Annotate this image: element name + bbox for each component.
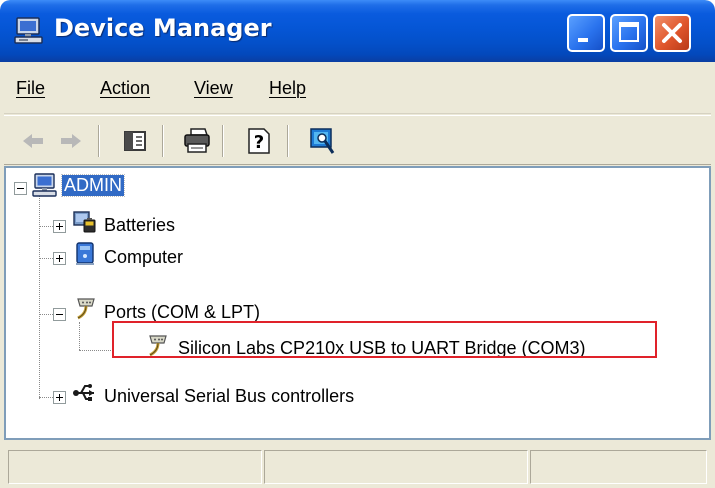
toolbar-separator [287,125,289,157]
usb-icon [73,384,94,401]
scan-hardware-icon[interactable] [307,126,337,156]
menu-file[interactable]: File [16,78,45,99]
device-tree[interactable]: ADMIN Batteries Computer Ports (COM & LP… [4,166,711,440]
computer-icon [32,173,57,197]
menu-help[interactable]: Help [269,78,306,99]
tree-item-ports[interactable]: Ports (COM & LPT) [104,302,260,323]
minimize-icon [578,38,588,42]
collapse-toggle[interactable] [14,182,27,195]
toolbar-separator [222,125,224,157]
collapse-toggle[interactable] [53,308,66,321]
tree-item-usb-controllers[interactable]: Universal Serial Bus controllers [104,386,354,407]
menu-bar: File Action View Help [4,62,711,114]
help-icon[interactable]: ? [244,126,274,156]
title-bar[interactable]: Device Manager [0,0,715,62]
port-icon [77,298,95,320]
expand-toggle[interactable] [53,391,66,404]
maximize-icon [619,22,639,42]
tree-item-computer[interactable]: Computer [104,247,183,268]
status-bar [4,444,711,488]
forward-icon[interactable] [56,126,86,156]
close-button[interactable] [653,14,691,52]
toolbar-separator [162,125,164,157]
computer-icon [14,17,43,44]
battery-icon [73,211,96,233]
tree-root-admin[interactable]: ADMIN [61,174,125,197]
computer-icon [76,242,94,265]
toolbar: ? [4,115,711,165]
expand-toggle[interactable] [53,252,66,265]
minimize-button[interactable] [567,14,605,52]
svg-text:?: ? [254,132,264,153]
highlight-annotation-box [112,321,657,358]
device-manager-window: Device Manager File Action View Help ? A… [0,0,715,488]
status-panel [530,450,707,484]
maximize-button[interactable] [610,14,648,52]
menu-action[interactable]: Action [100,78,150,99]
close-icon [662,23,682,43]
status-panel [264,450,528,484]
expand-toggle[interactable] [53,220,66,233]
tree-item-batteries[interactable]: Batteries [104,215,175,236]
window-title: Device Manager [54,14,272,42]
print-icon[interactable] [182,126,212,156]
status-panel [8,450,262,484]
toolbar-separator [98,125,100,157]
show-hide-console-tree-icon[interactable] [120,126,150,156]
menu-view[interactable]: View [194,78,233,99]
tree-connector [79,350,113,351]
tree-connector [79,322,80,350]
back-icon[interactable] [18,126,48,156]
